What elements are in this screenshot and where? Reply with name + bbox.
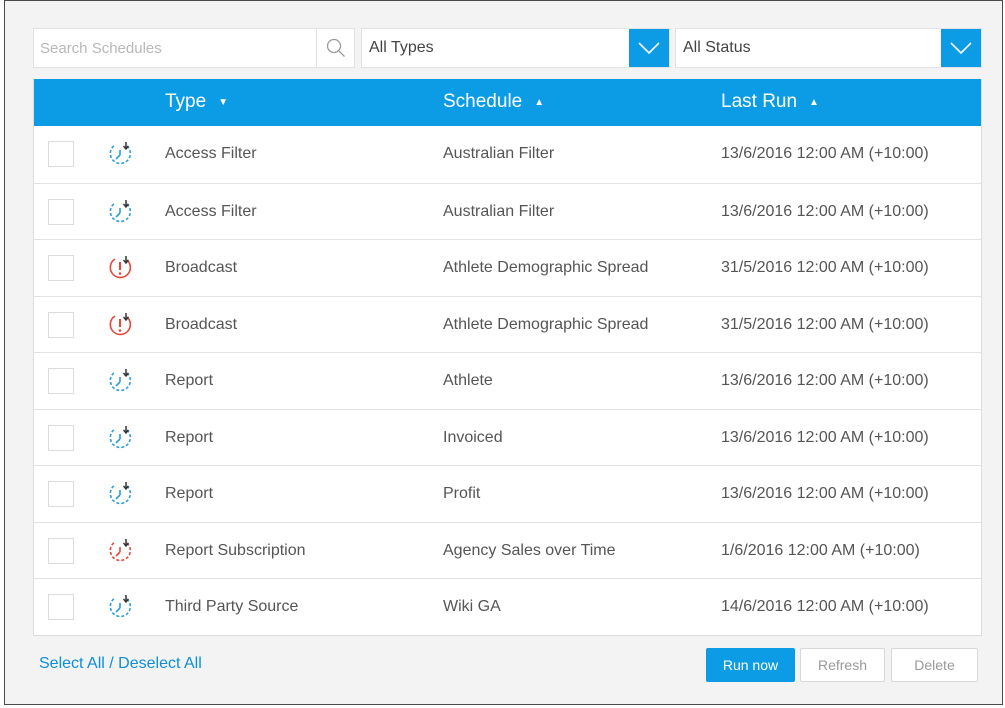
chevron-down-icon (950, 42, 972, 55)
search-icon (326, 38, 345, 57)
column-header-schedule-label: Schedule (443, 91, 523, 112)
row-checkbox[interactable] (48, 198, 74, 225)
sort-desc-icon: ▼ (218, 96, 229, 108)
schedules-table: Type ▼ Schedule ▲ Last Run ▲ Access Filt… (33, 79, 982, 636)
table-row[interactable]: Broadcast Athlete Demographic Spread 31/5/… (34, 239, 981, 296)
row-checkbox[interactable] (48, 311, 74, 338)
schedule-clock-icon (106, 593, 134, 621)
cell-schedule[interactable]: Agency Sales over Time (443, 542, 616, 560)
table-row[interactable]: Third Party Source Wiki GA 14/6/2016 12:00… (34, 578, 981, 635)
cell-schedule[interactable]: Wiki GA (443, 598, 501, 616)
type-filter-dropdown-button[interactable] (629, 29, 669, 67)
table-row[interactable]: Report Profit 13/6/2016 12:00 AM (+10:00) (34, 465, 981, 522)
column-header-last-run-label: Last Run (721, 91, 798, 112)
cell-schedule[interactable]: Invoiced (443, 429, 503, 447)
column-header-schedule[interactable]: Schedule ▲ (443, 91, 544, 113)
selection-separator: / (104, 655, 119, 672)
schedule-management-panel: All Types All Status Type ▼ Schedule ▲ (4, 0, 1003, 705)
search-button[interactable] (316, 29, 354, 67)
cell-last-run: 31/5/2016 12:00 AM (+10:00) (721, 259, 929, 276)
schedule-clock-icon (106, 480, 134, 508)
cell-schedule[interactable]: Athlete Demographic Spread (443, 259, 648, 277)
chevron-down-icon (638, 42, 660, 55)
deselect-all-link[interactable]: Deselect All (118, 655, 202, 672)
sort-asc-icon: ▲ (809, 96, 819, 108)
cell-schedule[interactable]: Profit (443, 485, 480, 503)
search-box (33, 28, 355, 68)
table-body: Access Filter Australian Filter 13/6/2016 … (34, 126, 981, 635)
refresh-button[interactable]: Refresh (800, 648, 885, 682)
status-filter-value: All Status (683, 39, 751, 56)
row-checkbox[interactable] (48, 141, 74, 167)
row-checkbox[interactable] (48, 481, 74, 507)
cell-type: Report (165, 485, 214, 502)
cell-type: Report (165, 372, 214, 389)
schedule-clock-icon (106, 367, 134, 395)
row-checkbox[interactable] (48, 424, 74, 451)
cell-last-run: 13/6/2016 12:00 AM (+10:00) (721, 428, 929, 446)
cell-last-run: 1/6/2016 12:00 AM (+10:00) (721, 541, 920, 559)
cell-last-run: 31/5/2016 12:00 AM (+10:00) (721, 315, 929, 333)
search-input[interactable] (34, 29, 316, 67)
schedule-clock-warning-icon (106, 537, 134, 565)
table-row[interactable]: Access Filter Australian Filter 13/6/2016 … (34, 126, 981, 183)
row-checkbox[interactable] (48, 255, 74, 281)
cell-schedule[interactable]: Australian Filter (443, 203, 554, 221)
cell-type: Access Filter (165, 145, 257, 162)
table-row[interactable]: Report Subscription Agency Sales over Tim… (34, 521, 981, 579)
cell-type: Broadcast (165, 259, 238, 276)
cell-last-run: 13/6/2016 12:00 AM (+10:00) (721, 202, 929, 220)
schedule-error-icon (106, 254, 134, 282)
cell-last-run: 13/6/2016 12:00 AM (+10:00) (721, 372, 929, 389)
schedule-clock-icon (106, 140, 134, 168)
type-filter-value: All Types (369, 39, 434, 56)
cell-schedule[interactable]: Australian Filter (443, 145, 554, 163)
cell-type: Access Filter (165, 202, 257, 220)
schedule-error-icon (106, 311, 134, 339)
sort-asc-icon: ▲ (534, 96, 545, 108)
cell-type: Broadcast (165, 315, 238, 333)
column-header-type[interactable]: Type ▼ (165, 91, 228, 113)
cell-schedule[interactable]: Athlete Demographic Spread (443, 316, 648, 334)
row-checkbox[interactable] (48, 537, 74, 564)
cell-schedule[interactable]: Athlete (443, 372, 493, 390)
cell-type: Report (165, 428, 214, 446)
selection-links: Select All / Deselect All (39, 655, 202, 673)
status-filter-dropdown-button[interactable] (941, 29, 981, 67)
table-row[interactable]: Access Filter Australian Filter 13/6/2016 … (34, 182, 981, 240)
status-filter-select[interactable]: All Status (675, 28, 982, 68)
table-row[interactable]: Broadcast Athlete Demographic Spread 31/5/… (34, 295, 981, 353)
column-header-type-label: Type (165, 91, 207, 112)
cell-type: Third Party Source (165, 598, 299, 615)
column-header-last-run[interactable]: Last Run ▲ (721, 91, 819, 113)
table-header: Type ▼ Schedule ▲ Last Run ▲ (34, 79, 981, 126)
cell-type: Report Subscription (165, 541, 306, 559)
schedule-clock-icon (106, 424, 134, 452)
type-filter-select[interactable]: All Types (361, 28, 670, 68)
select-all-link[interactable]: Select All (39, 655, 105, 672)
schedule-clock-icon (106, 198, 134, 226)
table-row[interactable]: Report Invoiced 13/6/2016 12:00 AM (+10:00… (34, 408, 981, 466)
delete-button[interactable]: Delete (891, 648, 978, 682)
cell-last-run: 13/6/2016 12:00 AM (+10:00) (721, 145, 929, 162)
cell-last-run: 13/6/2016 12:00 AM (+10:00) (721, 485, 929, 502)
row-checkbox[interactable] (48, 368, 74, 394)
cell-last-run: 14/6/2016 12:00 AM (+10:00) (721, 598, 929, 615)
table-row[interactable]: Report Athlete 13/6/2016 12:00 AM (+10:00) (34, 352, 981, 409)
row-checkbox[interactable] (48, 594, 74, 620)
run-now-button[interactable]: Run now (706, 648, 795, 682)
